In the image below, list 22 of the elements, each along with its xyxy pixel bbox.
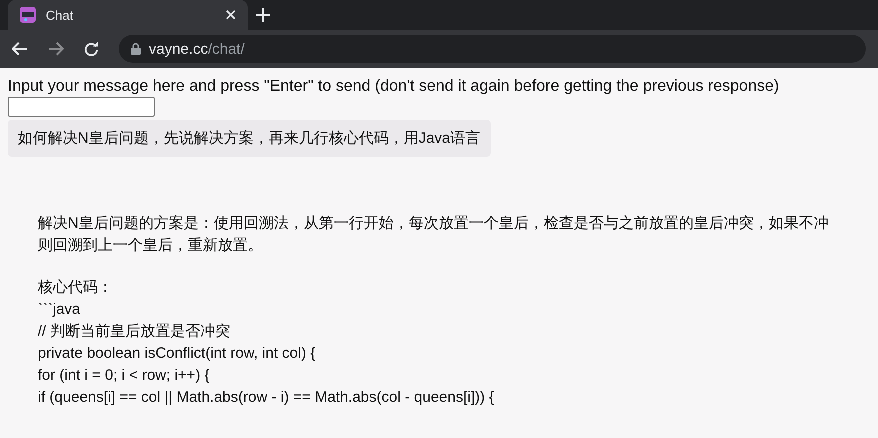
message-input[interactable] <box>8 97 155 117</box>
answer-line: 则回溯到上一个皇后，重新放置。 <box>38 236 263 256</box>
back-arrow-icon[interactable] <box>12 42 28 56</box>
answer-line: if (queens[i] == col || Math.abs(row - i) == Math.abs(col - queens[i])) { <box>38 388 494 408</box>
forward-arrow-icon[interactable] <box>48 42 64 56</box>
close-icon[interactable] <box>226 10 236 20</box>
question-bubble: 如何解决N皇后问题，先说解决方案，再来几行核心代码，用Java语言 <box>8 120 491 157</box>
answer-line: ```java <box>38 300 81 320</box>
answer-line: // 判断当前皇后放置是否冲突 <box>38 322 231 342</box>
address-bar[interactable]: vayne.cc/chat/ <box>119 35 866 63</box>
new-tab-icon[interactable] <box>256 8 270 22</box>
browser-tab[interactable]: Chat <box>8 0 248 30</box>
instruction-text: Input your message here and press "Enter" to send (don't send it again before getting the previous response) <box>8 78 780 96</box>
reload-icon[interactable] <box>84 42 99 56</box>
lock-icon <box>131 43 141 55</box>
answer-line: for (int i = 0; i < row; i++) { <box>38 366 210 386</box>
answer-line: private boolean isConflict(int row, int col) { <box>38 344 316 364</box>
url-text: vayne.cc/chat/ <box>149 40 245 58</box>
answer-line: 核心代码： <box>38 278 113 298</box>
app-icon <box>20 7 36 23</box>
answer-line: 解决N皇后问题的方案是：使用回溯法，从第一行开始，每次放置一个皇后，检查是否与之前放置的皇后冲突，如果不冲 <box>38 214 829 234</box>
tab-title: Chat <box>46 8 74 22</box>
